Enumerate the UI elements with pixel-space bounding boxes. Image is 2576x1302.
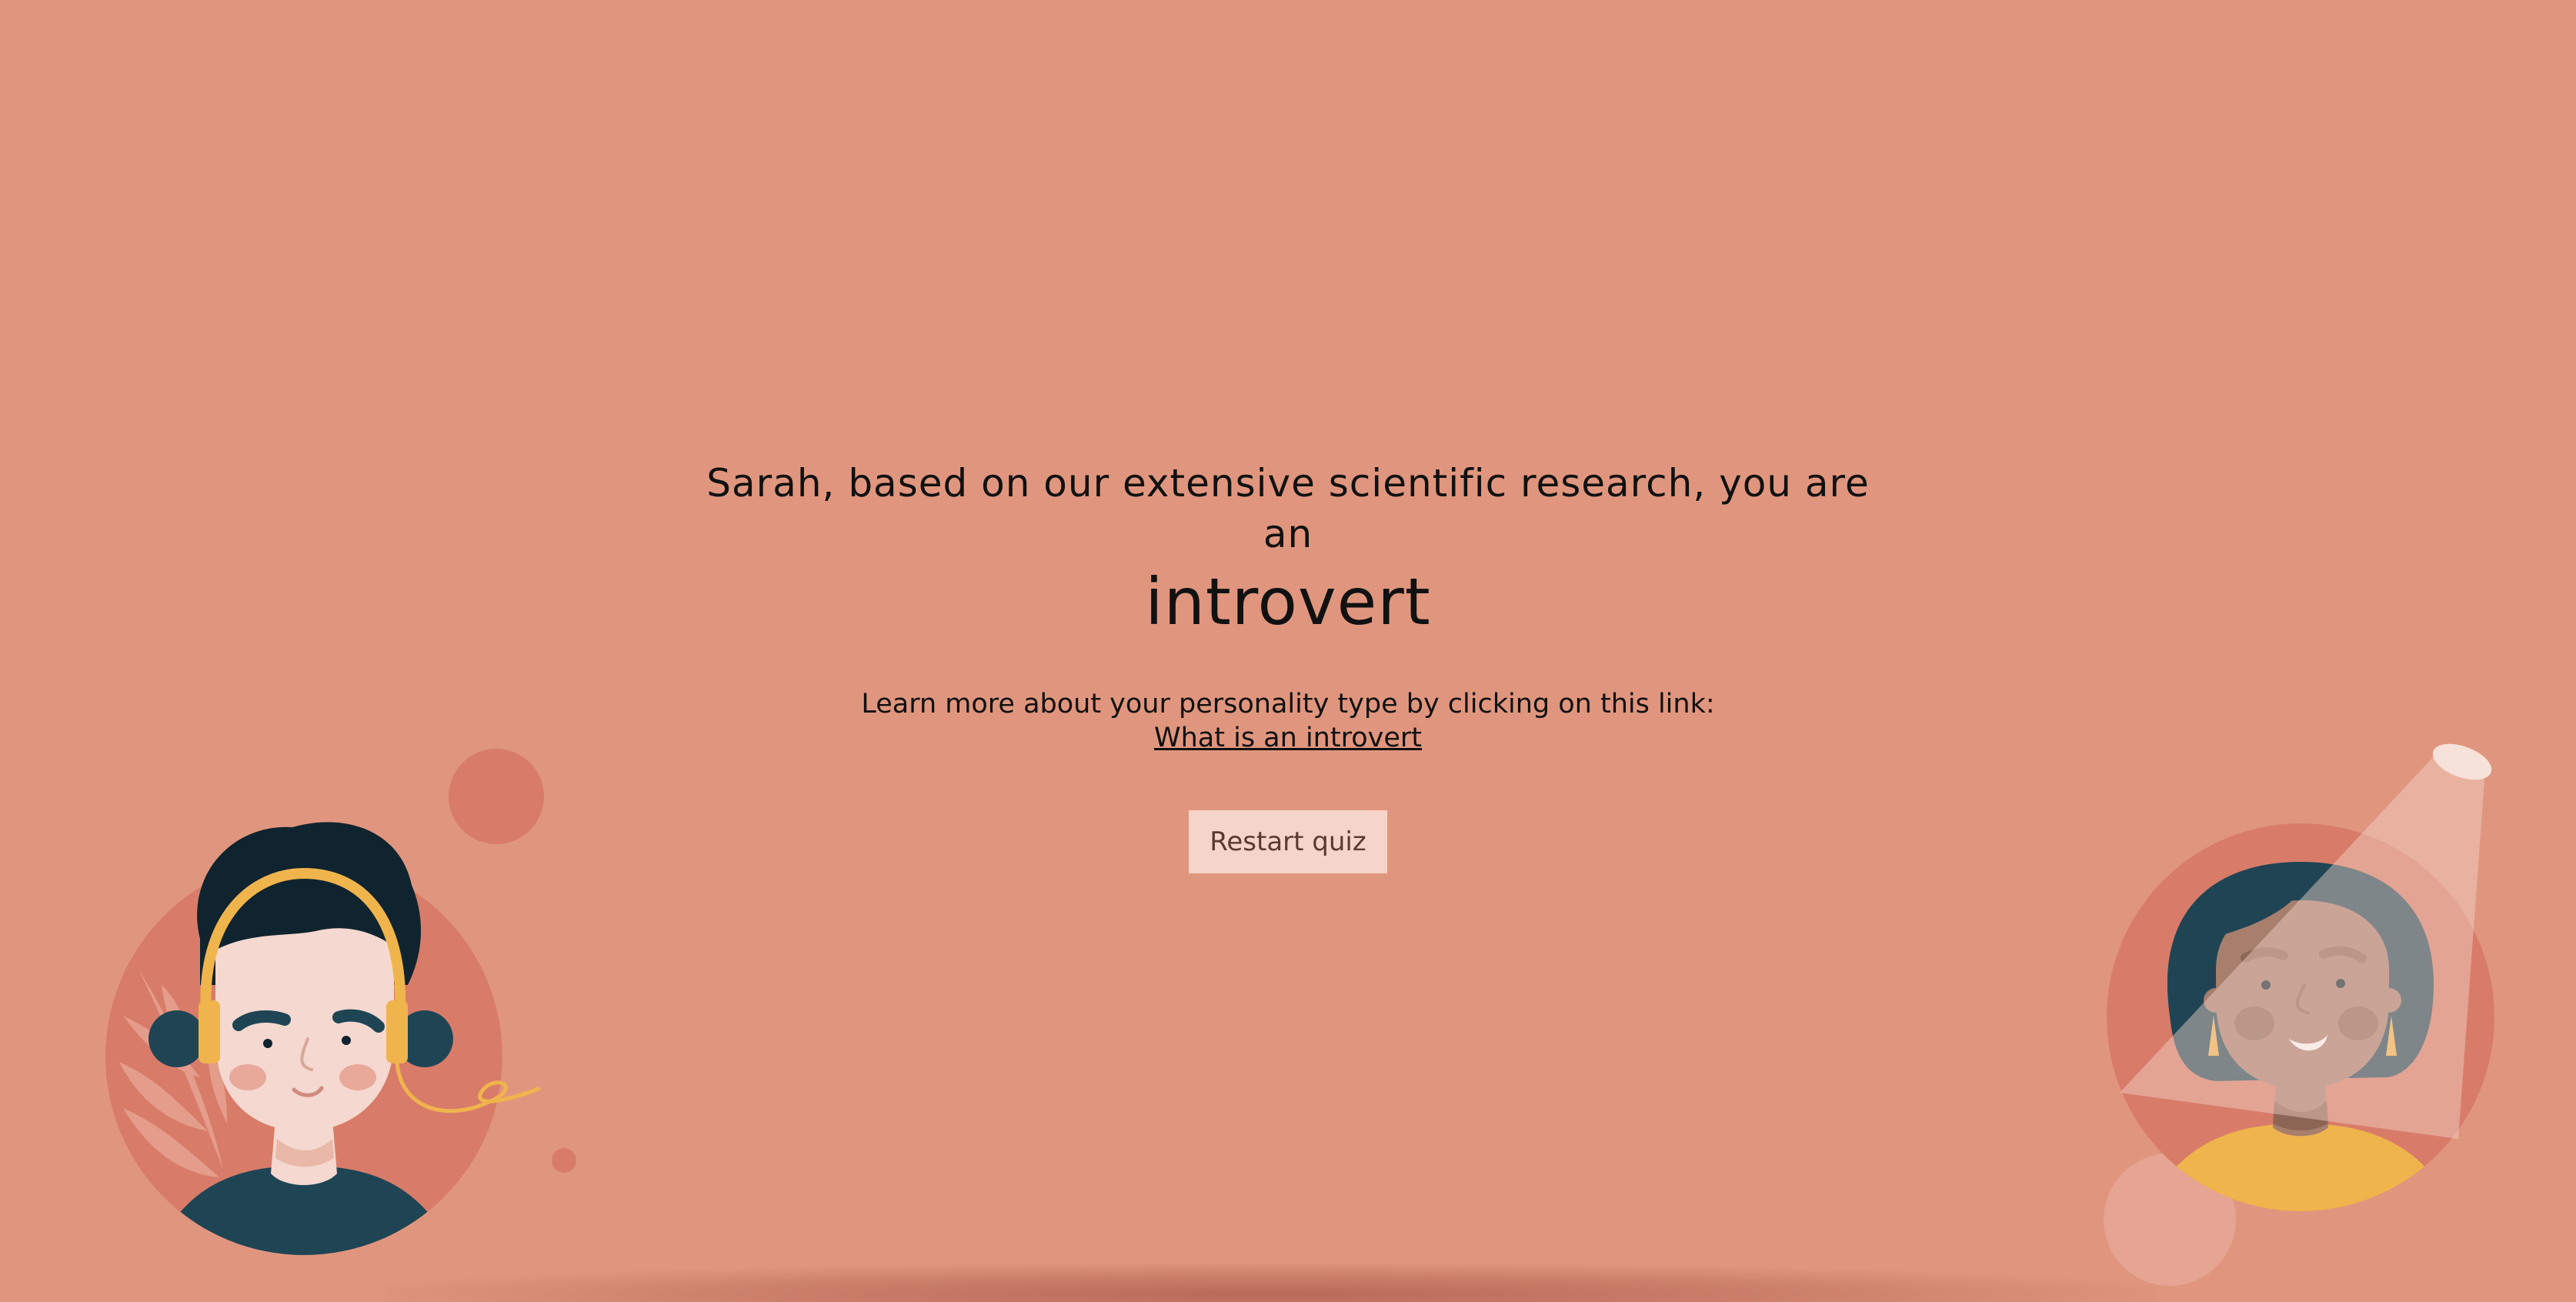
learn-more-section: Learn more about your personality type b… bbox=[0, 687, 2576, 755]
personality-link[interactable]: What is an introvert bbox=[1154, 721, 1422, 755]
quiz-result-page: Sarah, based on our extensive scientific… bbox=[0, 0, 2576, 1302]
personality-type: introvert bbox=[1145, 564, 1431, 639]
result-lead-text: Sarah, based on our extensive scientific… bbox=[706, 461, 1870, 556]
decor-circle-small bbox=[552, 1148, 576, 1173]
learn-more-text: Learn more about your personality type b… bbox=[861, 689, 1715, 719]
bottom-shadow bbox=[385, 1264, 2154, 1302]
restart-quiz-button[interactable]: Restart quiz bbox=[1189, 810, 1387, 873]
quiz-result: Sarah, based on our extensive scientific… bbox=[0, 458, 2576, 873]
